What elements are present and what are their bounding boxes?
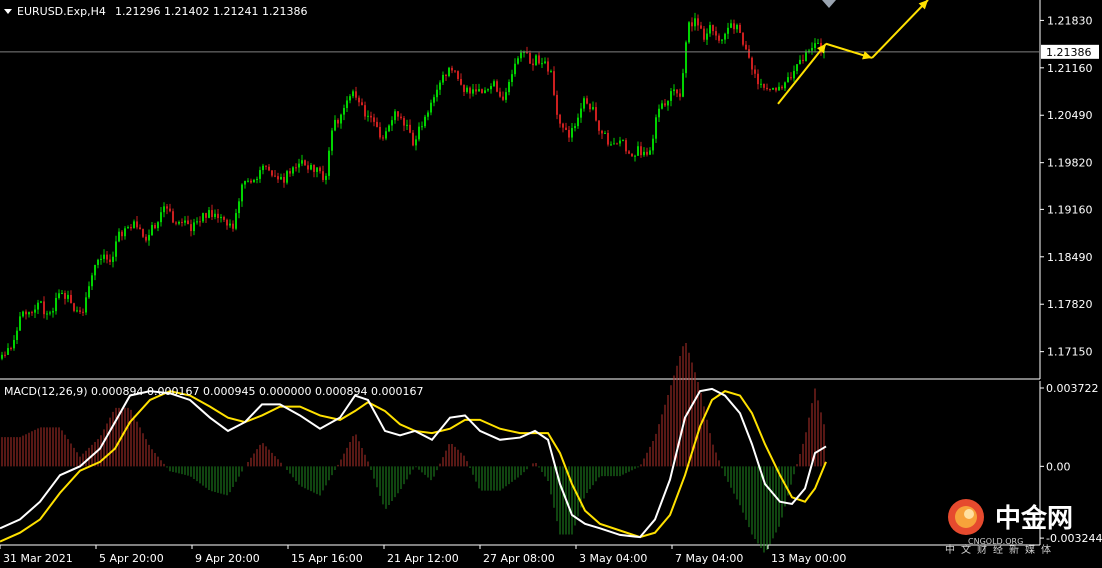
candle: [328, 147, 330, 180]
price-tick-label: 1.21830: [1047, 14, 1093, 27]
candle: [631, 153, 633, 157]
candle: [73, 302, 75, 313]
time-tick-label: 15 Apr 16:00: [291, 552, 363, 565]
watermark-cn: 中金网: [995, 503, 1073, 534]
candle: [424, 114, 426, 129]
time-tick-label: 7 May 04:00: [675, 552, 743, 565]
cngold-logo-icon: [948, 499, 984, 535]
macd-header: MACD(12,26,9) 0.000894 0.000167 0.000945…: [4, 385, 423, 398]
candle: [496, 79, 498, 93]
macd-tick-label: -0.003244: [1046, 532, 1102, 545]
macd-tick-label: 0.003722: [1046, 382, 1099, 395]
ohlc-label: 1.21296 1.21402 1.21241 1.21386: [115, 5, 307, 18]
time-tick-label: 13 May 00:00: [771, 552, 846, 565]
candle: [772, 87, 774, 90]
candle: [688, 21, 690, 44]
trading-chart[interactable]: 1.21830 1.21160 1.20490 1.19820 1.19160 1.184…: [0, 0, 1102, 568]
price-tick-label: 1.19820: [1047, 157, 1093, 170]
candle: [448, 66, 450, 78]
candle: [685, 40, 687, 78]
price-tick-label: 1.21160: [1047, 62, 1093, 75]
watermark: 中金网 CNGOLD.ORG 中文财经新媒体: [945, 499, 1073, 556]
watermark-sub: 中文财经新媒体: [945, 543, 1057, 556]
candle: [742, 31, 744, 47]
time-tick-label: 3 May 04:00: [579, 552, 647, 565]
candle: [304, 159, 306, 166]
symbol-label: EURUSD.Exp,H4: [17, 5, 106, 18]
price-tick-label: 1.17150: [1047, 346, 1093, 359]
price-tick-label: 1.20490: [1047, 109, 1093, 122]
price-tick-label: 1.19160: [1047, 203, 1093, 216]
time-tick-label: 21 Apr 12:00: [387, 552, 459, 565]
macd-tick-label: 0.00: [1046, 460, 1071, 473]
time-tick-label: 5 Apr 20:00: [99, 552, 164, 565]
candle: [142, 228, 144, 238]
candle: [286, 169, 288, 185]
candle: [535, 54, 537, 66]
candle: [481, 88, 483, 94]
price-tick-label: 1.18490: [1047, 251, 1093, 264]
time-tick-label: 9 Apr 20:00: [195, 552, 260, 565]
current-price-label: 1.21386: [1041, 44, 1099, 59]
current-price-value: 1.21386: [1046, 46, 1092, 59]
time-tick-label: 31 Mar 2021: [3, 552, 73, 565]
time-tick-label: 27 Apr 08:00: [483, 552, 555, 565]
price-tick-label: 1.17820: [1047, 298, 1093, 311]
